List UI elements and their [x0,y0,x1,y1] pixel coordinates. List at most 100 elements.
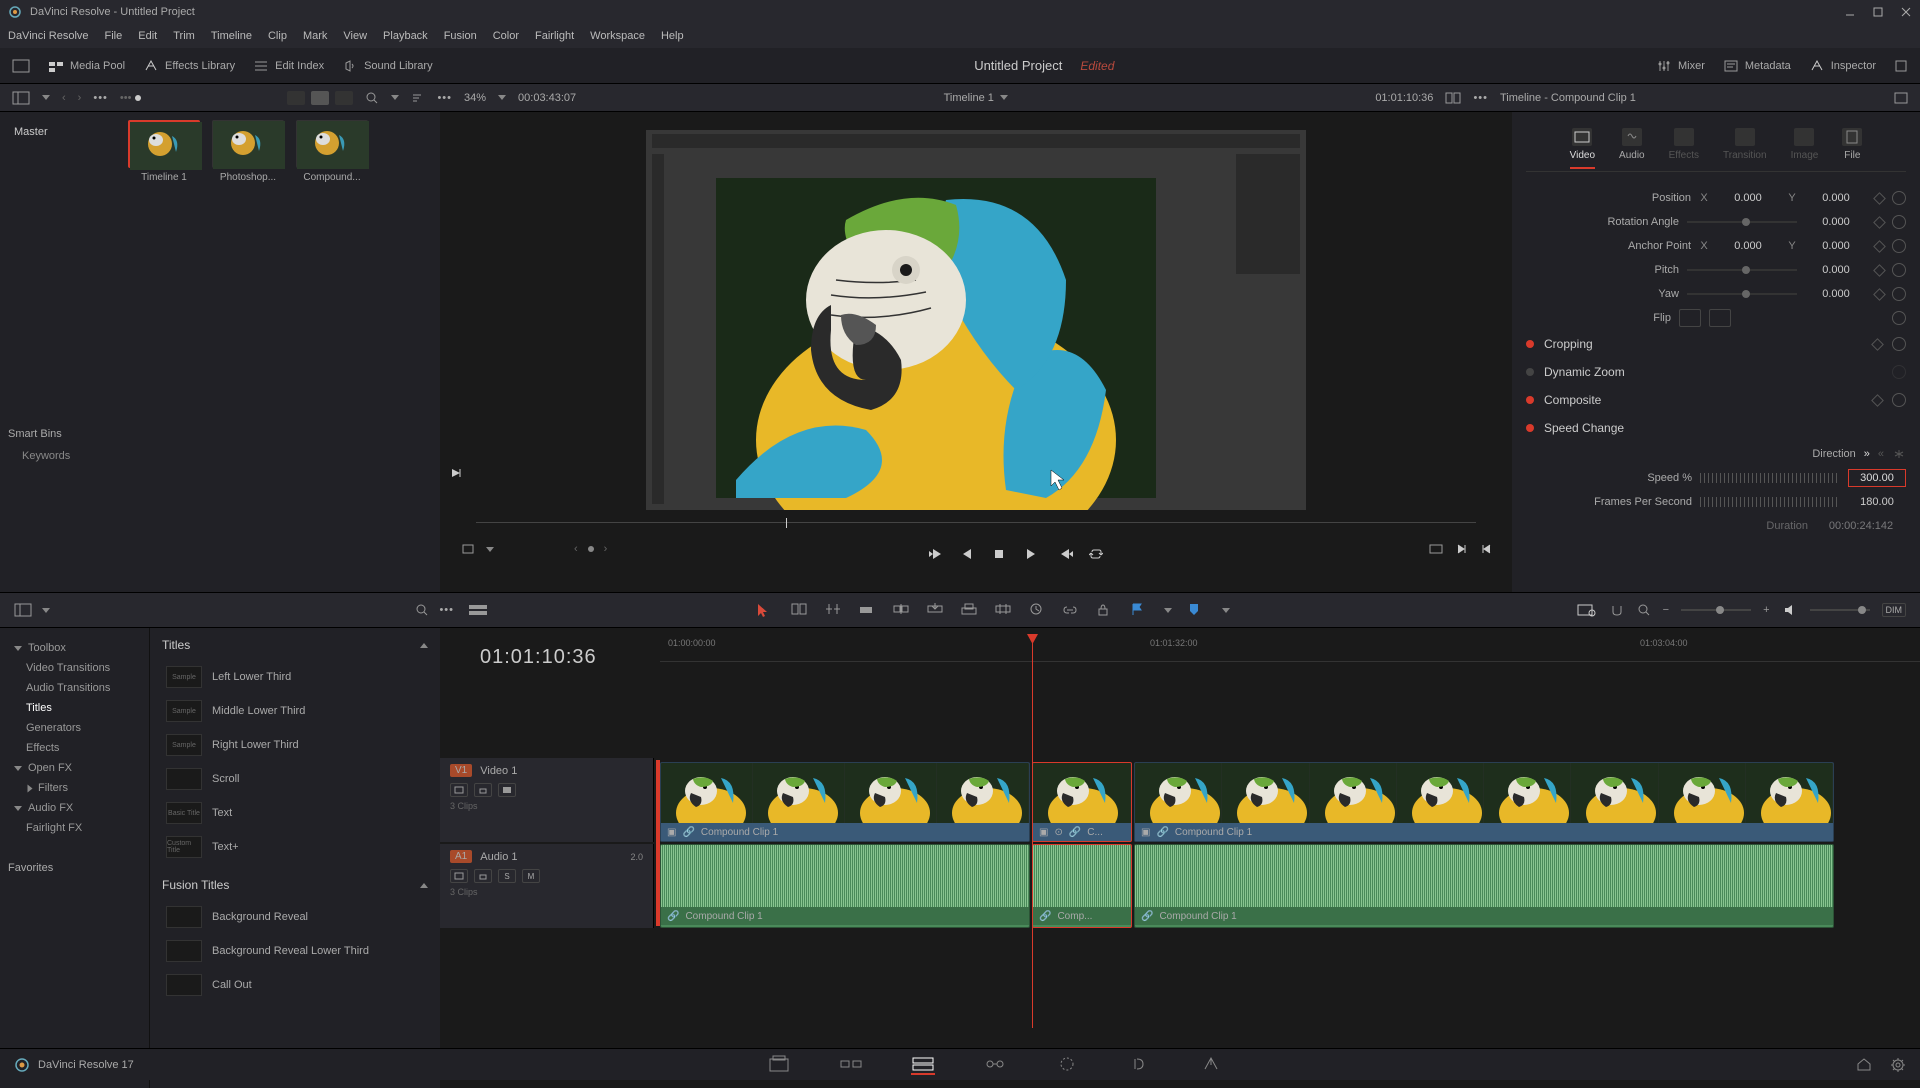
metadata-button[interactable]: Metadata [1723,59,1791,73]
menu-edit[interactable]: Edit [138,30,157,42]
fusion-title-item[interactable]: Background Reveal [162,900,428,934]
collapse-icon[interactable] [420,643,428,648]
menu-timeline[interactable]: Timeline [211,30,252,42]
expand-inspector-button[interactable] [1894,59,1908,73]
direction-fwd-button[interactable]: » [1864,448,1870,460]
mute-button[interactable]: M [522,869,540,883]
effects-more-icon[interactable]: ••• [439,604,454,616]
inspector-tab-audio[interactable]: Audio [1619,128,1645,169]
dynamic-zoom-section[interactable]: Dynamic Zoom [1544,365,1625,379]
speed-value[interactable]: 300.00 [1848,469,1906,487]
audio-clip[interactable]: 🔗Compound Clip 1 [660,844,1030,928]
transform-overlay-icon[interactable] [460,542,476,556]
markout-next-icon[interactable]: › [604,543,608,555]
audio-transitions-tree[interactable]: Audio Transitions [8,678,141,698]
keyframe-icon[interactable] [1873,288,1886,301]
selection-tool-icon[interactable] [756,602,774,618]
reset-icon[interactable] [1892,287,1906,301]
insert-clip-icon[interactable] [892,602,910,618]
video-transitions-tree[interactable]: Video Transitions [8,658,141,678]
menu-color[interactable]: Color [493,30,519,42]
nav-back-icon[interactable]: ‹ [62,92,66,104]
auto-select-button[interactable] [450,869,468,883]
overwrite-clip-icon[interactable] [926,602,944,618]
lock-track-button[interactable] [474,869,492,883]
stop-button[interactable] [993,548,1011,562]
maximize-button[interactable] [1872,6,1884,18]
menu-fairlight[interactable]: Fairlight [535,30,574,42]
zoom-caret[interactable] [498,95,506,100]
menu-playback[interactable]: Playback [383,30,428,42]
audio-clip[interactable]: 🔗Compound Clip 1 [1134,844,1834,928]
fullscreen-viewer-button[interactable] [12,59,30,73]
video-clip-selected[interactable]: ▣⊙🔗C... [1032,762,1132,842]
reset-icon[interactable] [1892,215,1906,229]
keywords-bin[interactable]: Keywords [8,444,112,462]
viewer-scrubber[interactable] [476,516,1476,528]
volume-slider[interactable] [1810,609,1870,611]
menu-file[interactable]: File [105,30,123,42]
deliver-page-tab[interactable] [1199,1055,1223,1075]
bypass-fusion-icon[interactable] [450,467,462,479]
loop-button[interactable] [1089,548,1107,562]
rotation-slider[interactable] [1687,221,1797,223]
generators-tree[interactable]: Generators [8,718,141,738]
reset-icon[interactable] [1892,191,1906,205]
media-item-timeline1[interactable]: Timeline 1 [128,120,200,584]
disable-video-button[interactable] [498,783,516,797]
pool-layout-icon[interactable] [12,91,30,105]
a1-badge[interactable]: A1 [450,850,472,863]
last-frame-button[interactable] [1057,548,1075,562]
menu-view[interactable]: View [343,30,367,42]
fusion-title-item[interactable]: Call Out [162,968,428,1002]
sort-icon[interactable] [411,91,425,105]
flag-icon[interactable] [1130,602,1148,618]
home-button[interactable] [1856,1057,1872,1073]
reset-icon[interactable] [1892,263,1906,277]
fusion-title-item[interactable]: Background Reveal Lower Third [162,934,428,968]
color-page-tab[interactable] [1055,1055,1079,1075]
pool-more-icon[interactable]: ••• [437,92,452,104]
reverse-button[interactable] [961,548,979,562]
layout-caret[interactable] [42,608,50,613]
nav-fwd-icon[interactable]: › [78,92,82,104]
menu-davinci[interactable]: DaVinci Resolve [8,30,89,42]
pool-layout-caret[interactable] [42,95,50,100]
media-page-tab[interactable] [767,1055,791,1075]
keyframe-icon[interactable] [1873,264,1886,277]
timeline-view-icon[interactable] [468,603,488,617]
effects-search-icon[interactable] [415,603,429,617]
dim-button[interactable]: DIM [1882,603,1907,617]
rotation-value[interactable]: 0.000 [1805,216,1867,228]
menu-clip[interactable]: Clip [268,30,287,42]
speed-slider[interactable] [1700,473,1840,483]
auto-select-button[interactable] [450,783,468,797]
yaw-slider[interactable] [1687,293,1797,295]
link-tool-icon[interactable] [1062,602,1080,618]
trim-tool-icon[interactable] [790,602,808,618]
inspector-expand-icon[interactable] [1894,92,1908,104]
keyframe-icon[interactable] [1873,192,1886,205]
audiofx-tree[interactable]: Audio FX [8,798,141,818]
master-bin[interactable]: Master [8,120,112,144]
pool-options-icon[interactable]: ••• [93,92,108,104]
media-pool-button[interactable]: Media Pool [48,59,125,73]
direction-reverse-button[interactable]: « [1878,448,1884,460]
search-caret[interactable] [391,95,399,100]
lock-icon[interactable] [1096,602,1114,618]
replace-clip-icon[interactable] [960,602,978,618]
menu-workspace[interactable]: Workspace [590,30,645,42]
snap-icon[interactable] [1609,603,1625,617]
mute-audio-icon[interactable] [1782,603,1798,617]
zoom-out-icon[interactable]: − [1663,604,1669,616]
reset-icon[interactable] [1892,365,1906,379]
timeline-caret[interactable] [1000,95,1008,100]
media-item-compound[interactable]: Compound... [296,120,368,584]
toolbox-tree[interactable]: Toolbox [8,638,141,658]
viewer-canvas[interactable] [646,130,1306,510]
marker-icon[interactable] [1188,602,1206,618]
anchor-y[interactable]: 0.000 [1805,240,1867,252]
index-layout-icon[interactable] [14,603,32,617]
markin-prev-icon[interactable]: ‹ [574,543,578,555]
menu-trim[interactable]: Trim [173,30,195,42]
